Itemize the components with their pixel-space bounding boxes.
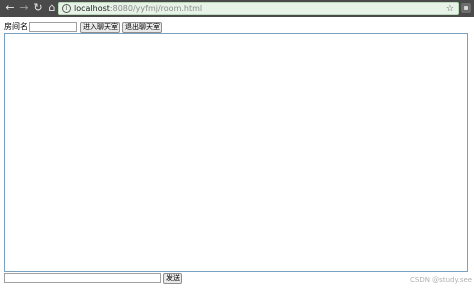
url-host: localhost: [74, 4, 110, 13]
chat-message-area[interactable]: [4, 33, 468, 272]
star-icon[interactable]: ☆: [446, 3, 454, 15]
enter-chatroom-button[interactable]: 进入聊天室: [80, 22, 120, 33]
back-arrow-icon[interactable]: ←: [4, 1, 16, 15]
forward-arrow-icon[interactable]: →: [18, 1, 30, 15]
extension-icon[interactable]: [461, 3, 471, 13]
room-name-label: 房间名: [4, 22, 28, 31]
home-icon[interactable]: ⌂: [46, 1, 58, 15]
info-icon[interactable]: i: [62, 4, 71, 13]
address-bar[interactable]: i localhost:8080/yyfmj/room.html ☆: [58, 2, 459, 15]
exit-chatroom-button[interactable]: 退出聊天室: [122, 22, 162, 33]
reload-icon[interactable]: ↻: [32, 1, 44, 15]
send-button[interactable]: 发送: [163, 273, 182, 284]
browser-toolbar: ← → ↻ ⌂ i localhost:8080/yyfmj/room.html…: [0, 0, 474, 17]
watermark-text: CSDN @study.see: [410, 276, 473, 284]
url-path: :8080/yyfmj/room.html: [109, 4, 203, 13]
room-name-input[interactable]: [29, 22, 77, 32]
url-text: localhost:8080/yyfmj/room.html: [74, 3, 202, 15]
message-input[interactable]: [4, 273, 161, 283]
